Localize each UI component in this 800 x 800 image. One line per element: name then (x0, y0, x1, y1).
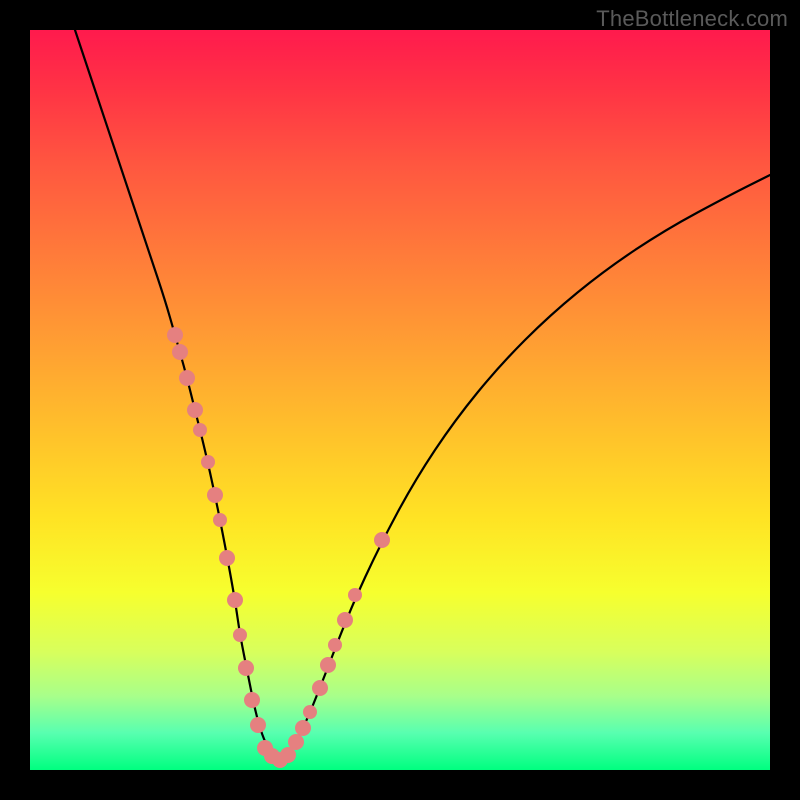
data-marker (320, 657, 336, 673)
data-marker (167, 327, 183, 343)
chart-frame: TheBottleneck.com (0, 0, 800, 800)
data-marker (179, 370, 195, 386)
data-marker (213, 513, 227, 527)
data-marker (172, 344, 188, 360)
data-marker (207, 487, 223, 503)
data-marker (312, 680, 328, 696)
data-marker (337, 612, 353, 628)
data-marker (193, 423, 207, 437)
data-marker (288, 734, 304, 750)
data-marker (328, 638, 342, 652)
data-marker (187, 402, 203, 418)
markers-group (167, 327, 390, 768)
bottleneck-curve (75, 30, 770, 758)
data-marker (303, 705, 317, 719)
data-marker (374, 532, 390, 548)
data-marker (233, 628, 247, 642)
data-marker (238, 660, 254, 676)
data-marker (244, 692, 260, 708)
data-marker (227, 592, 243, 608)
plot-area (30, 30, 770, 770)
data-marker (295, 720, 311, 736)
data-marker (348, 588, 362, 602)
curve-group (75, 30, 770, 758)
watermark-text: TheBottleneck.com (596, 6, 788, 32)
chart-svg (30, 30, 770, 770)
data-marker (219, 550, 235, 566)
data-marker (201, 455, 215, 469)
data-marker (250, 717, 266, 733)
